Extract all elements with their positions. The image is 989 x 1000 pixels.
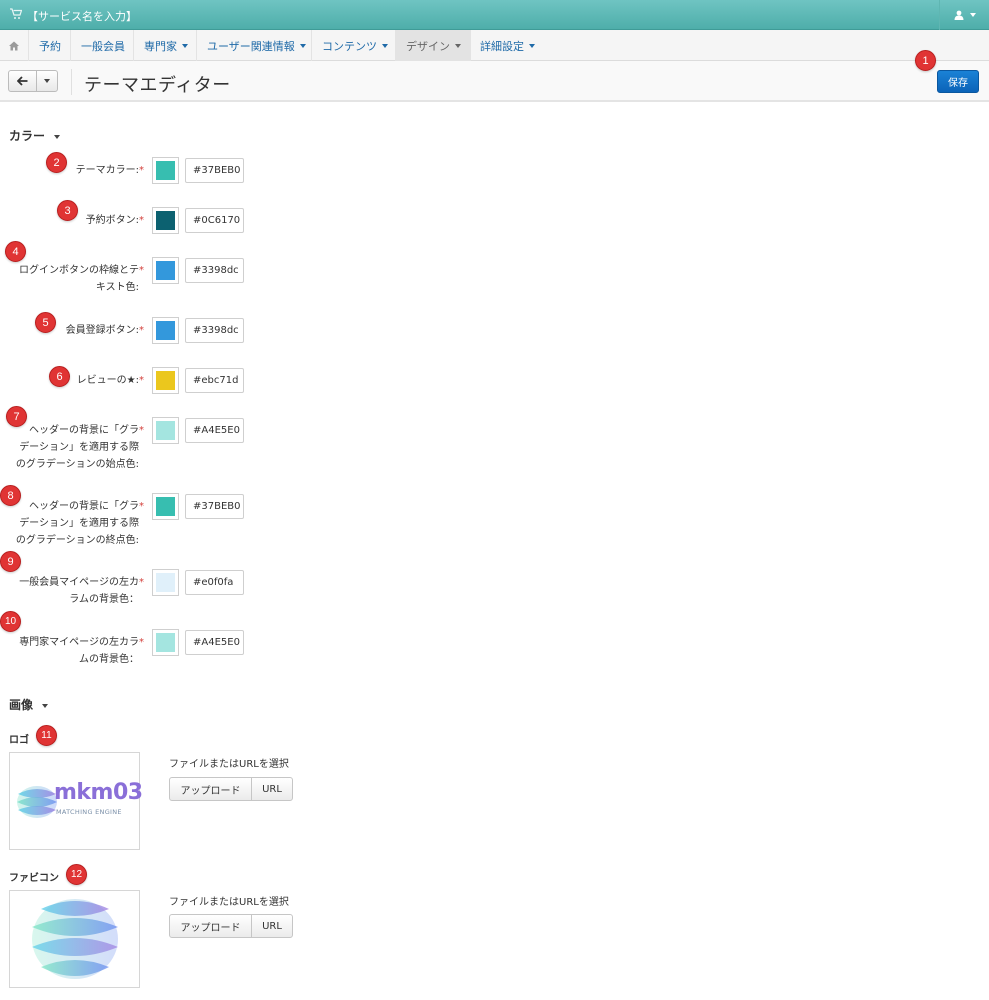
user-menu[interactable] xyxy=(939,0,989,30)
annotation-badge: 5 xyxy=(35,312,56,333)
divider xyxy=(71,69,72,95)
favicon-mark-icon xyxy=(32,899,118,979)
swatch-fill xyxy=(156,321,175,340)
color-input-expert-sidebar[interactable]: #A4E5E0 xyxy=(185,630,244,655)
favicon-upload-button[interactable]: アップロード xyxy=(170,915,252,937)
chevron-down-icon xyxy=(382,43,388,48)
color-input-gradient-start[interactable]: #A4E5E0 xyxy=(185,418,244,443)
annotation-badge: 12 xyxy=(66,864,87,885)
home-nav-link[interactable] xyxy=(0,30,28,61)
back-button-group xyxy=(8,70,58,92)
service-name: 【サービス名を入力】 xyxy=(27,10,137,23)
logo-url-button[interactable]: URL xyxy=(252,778,292,800)
logo-brand-text: mkm03 xyxy=(54,780,143,805)
color-swatch-reserve-button[interactable] xyxy=(152,207,179,234)
annotation-badge: 2 xyxy=(46,152,67,173)
arrow-left-icon xyxy=(17,76,28,86)
chevron-down-icon xyxy=(44,79,50,83)
swatch-fill xyxy=(156,161,175,180)
annotation-badge: 11 xyxy=(36,725,57,746)
favicon-upload-group: アップロード URL xyxy=(169,914,293,938)
color-input-theme[interactable]: #37BEB0 xyxy=(185,158,244,183)
swatch-fill xyxy=(156,573,175,592)
logo-brand-subtext: MATCHING ENGINE xyxy=(56,808,122,816)
color-input-reserve-button[interactable]: #0C6170 xyxy=(185,208,244,233)
color-label: 専門家マイページの左カラ*ムの背景色：* xyxy=(19,637,144,665)
nav-item-advanced-settings[interactable]: 詳細設定 xyxy=(469,30,545,61)
annotation-badge: 1 xyxy=(915,50,936,71)
nav-item-reservation[interactable]: 予約 xyxy=(28,30,71,61)
color-label: ヘッダーの背景に「グラ*デーション」を適用する際*のグラデーションの終点色:* xyxy=(15,501,144,546)
title-bar: テーマエディター xyxy=(0,61,989,102)
chevron-down-icon xyxy=(969,13,976,17)
home-icon xyxy=(9,41,19,50)
color-input-signup-button[interactable]: #3398dc xyxy=(185,318,244,343)
color-input-gradient-end[interactable]: #37BEB0 xyxy=(185,494,244,519)
annotation-badge: 7 xyxy=(6,406,27,427)
color-label: ヘッダーの背景に「グラ*デーション」を適用する際*のグラデーションの始点色:* xyxy=(15,425,144,470)
color-label: 会員登録ボタン:* xyxy=(65,325,144,336)
swatch-fill xyxy=(156,497,175,516)
nav-item-design[interactable]: デザイン xyxy=(395,30,471,61)
color-input-member-sidebar[interactable]: #e0f0fa xyxy=(185,570,244,595)
swatch-fill xyxy=(156,633,175,652)
cart-icon[interactable] xyxy=(10,8,22,20)
color-input-review-star[interactable]: #ebc71d xyxy=(185,368,244,393)
chevron-down-icon xyxy=(299,43,306,48)
swatch-fill xyxy=(156,211,175,230)
color-label: 一般会員マイページの左カ*ラムの背景色：* xyxy=(19,577,144,605)
chevron-down-icon xyxy=(182,43,188,48)
save-button[interactable]: 保存 xyxy=(937,70,979,93)
favicon-label: ファビコン xyxy=(9,873,59,884)
nav-item-user-info[interactable]: ユーザー関連情報 xyxy=(196,30,316,61)
chevron-down-icon xyxy=(529,43,535,48)
color-label: 予約ボタン:* xyxy=(85,215,144,226)
color-section-header[interactable]: カラー xyxy=(9,127,61,144)
annotation-badge: 3 xyxy=(57,200,78,221)
color-swatch-theme[interactable] xyxy=(152,157,179,184)
color-swatch-login-button[interactable] xyxy=(152,257,179,284)
nav-item-experts[interactable]: 専門家 xyxy=(133,30,198,61)
annotation-badge: 4 xyxy=(5,241,26,262)
chevron-down-icon xyxy=(54,134,61,139)
swatch-fill xyxy=(156,371,175,390)
annotation-badge: 8 xyxy=(0,485,21,506)
history-dropdown[interactable] xyxy=(37,71,57,91)
logo-file-caption: ファイルまたはURLを選択 xyxy=(169,759,289,770)
main-nav: 予約 一般会員 専門家 ユーザー関連情報 コンテンツ デザイン 詳細設定 xyxy=(0,30,989,61)
logo-label: ロゴ xyxy=(9,735,29,746)
color-input-login-button[interactable]: #3398dc xyxy=(185,258,244,283)
favicon-file-caption: ファイルまたはURLを選択 xyxy=(169,897,289,908)
annotation-badge: 9 xyxy=(0,551,21,572)
logo-preview[interactable]: mkm03 MATCHING ENGINE xyxy=(9,752,143,850)
color-label: レビューの★:* xyxy=(76,375,144,386)
favicon-url-button[interactable]: URL xyxy=(252,915,292,937)
image-section-header[interactable]: 画像 xyxy=(9,696,49,713)
color-label: テーマカラー:* xyxy=(75,165,144,176)
logo-upload-group: アップロード URL xyxy=(169,777,293,801)
color-swatch-review-star[interactable] xyxy=(152,367,179,394)
nav-item-members[interactable]: 一般会員 xyxy=(70,30,135,61)
logo-mark-icon xyxy=(17,786,57,818)
page-title: テーマエディター xyxy=(84,75,231,96)
color-swatch-expert-sidebar[interactable] xyxy=(152,629,179,656)
swatch-fill xyxy=(156,421,175,440)
nav-item-contents[interactable]: コンテンツ xyxy=(311,30,398,61)
chevron-down-icon xyxy=(455,43,461,48)
color-swatch-signup-button[interactable] xyxy=(152,317,179,344)
color-swatch-member-sidebar[interactable] xyxy=(152,569,179,596)
annotation-badge: 10 xyxy=(0,611,21,632)
swatch-fill xyxy=(156,261,175,280)
color-swatch-gradient-end[interactable] xyxy=(152,493,179,520)
color-label: ログインボタンの枠線とテ*キスト色:* xyxy=(19,265,144,293)
color-swatch-gradient-start[interactable] xyxy=(152,417,179,444)
top-bar: 【サービス名を入力】 xyxy=(0,0,989,30)
favicon-preview[interactable] xyxy=(9,890,140,988)
logo-upload-button[interactable]: アップロード xyxy=(170,778,252,800)
back-button[interactable] xyxy=(9,71,37,91)
user-icon xyxy=(954,10,963,20)
annotation-badge: 6 xyxy=(49,366,70,387)
chevron-down-icon xyxy=(42,703,49,708)
